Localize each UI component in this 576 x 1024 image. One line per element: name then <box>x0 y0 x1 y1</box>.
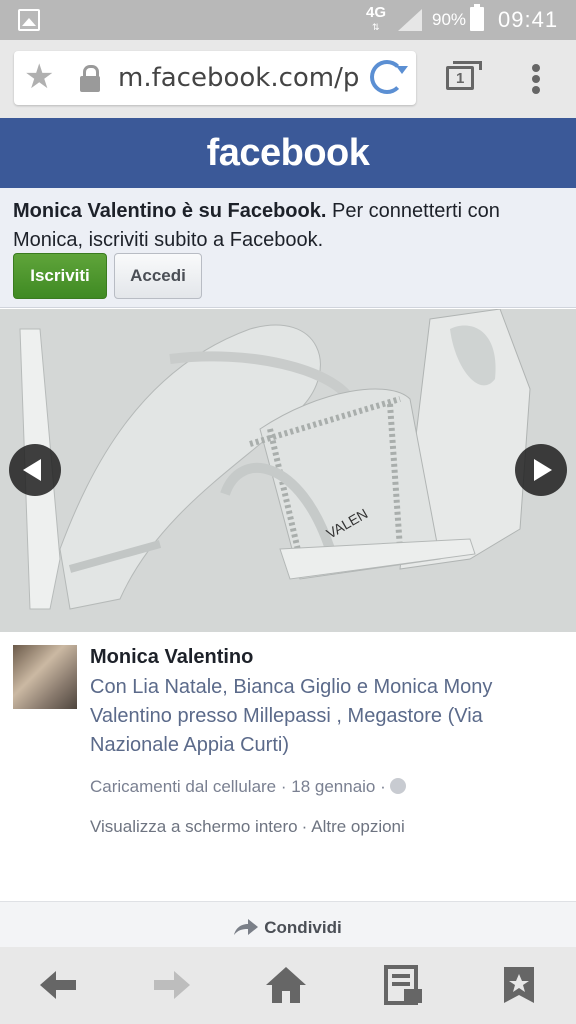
network-type: 4G <box>366 4 387 21</box>
next-arrow-icon[interactable] <box>515 444 567 496</box>
share-icon <box>234 919 259 935</box>
back-icon[interactable] <box>38 965 78 1005</box>
avatar[interactable] <box>13 645 77 709</box>
post-actions: Visualizza a schermo intero · Altre opzion… <box>90 817 405 837</box>
menu-icon[interactable] <box>532 64 540 100</box>
post-info: Monica Valentino Con Lia Natale, Bianca … <box>0 632 576 900</box>
status-bar: 4G ⇅ 90% 09:41 <box>0 0 576 40</box>
share-label: Condividi <box>264 918 342 937</box>
gallery-icon <box>18 9 40 31</box>
share-button[interactable]: Condividi <box>234 918 342 938</box>
photo-viewer[interactable]: VALEN <box>0 309 576 632</box>
signal-icon <box>398 9 422 31</box>
globe-icon <box>389 778 406 794</box>
post-meta-text: Caricamenti dal cellulare · 18 gennaio · <box>90 777 386 796</box>
tabs-icon[interactable]: 1 <box>446 61 482 90</box>
battery-percent: 90% <box>432 10 467 29</box>
more-options-link[interactable]: Altre opzioni <box>311 817 405 836</box>
actions-separator: · <box>301 817 308 836</box>
star-icon[interactable]: ★ <box>24 59 54 95</box>
forward-icon[interactable] <box>152 965 192 1005</box>
shoe-photo: VALEN <box>0 309 576 632</box>
reload-icon[interactable] <box>370 60 408 94</box>
battery-icon <box>470 4 484 31</box>
signup-message: Monica Valentino è su Facebook. Per conn… <box>13 197 563 255</box>
url-text[interactable]: m.facebook.com/p <box>118 63 368 93</box>
browser-bottom-nav <box>0 947 576 1024</box>
prev-arrow-icon[interactable] <box>9 444 61 496</box>
tabs-count: 1 <box>456 70 465 87</box>
lock-icon <box>80 65 100 92</box>
address-bar[interactable]: ★ m.facebook.com/p <box>14 51 416 105</box>
author-name[interactable]: Monica Valentino <box>90 646 253 669</box>
home-icon[interactable] <box>266 965 306 1005</box>
signup-banner: Monica Valentino è su Facebook. Per conn… <box>0 188 576 308</box>
facebook-logo[interactable]: facebook <box>207 132 370 174</box>
facebook-header: facebook <box>0 118 576 188</box>
data-arrows-icon: ⇅ <box>372 22 380 32</box>
bookmark-icon[interactable] <box>500 965 540 1005</box>
post-meta: Caricamenti dal cellulare · 18 gennaio · <box>90 777 406 797</box>
clock: 09:41 <box>498 7 559 32</box>
signup-button[interactable]: Iscriviti <box>13 253 107 299</box>
tagged-with[interactable]: Con Lia Natale, Bianca Giglio e Monica M… <box>90 673 560 760</box>
signup-message-bold: Monica Valentino è su Facebook. <box>13 200 327 222</box>
fullscreen-link[interactable]: Visualizza a schermo intero <box>90 817 298 836</box>
browser-toolbar: ★ m.facebook.com/p 1 <box>0 40 576 118</box>
login-button[interactable]: Accedi <box>114 253 202 299</box>
reader-icon[interactable] <box>384 965 424 1005</box>
share-bar[interactable]: Condividi <box>0 901 576 947</box>
